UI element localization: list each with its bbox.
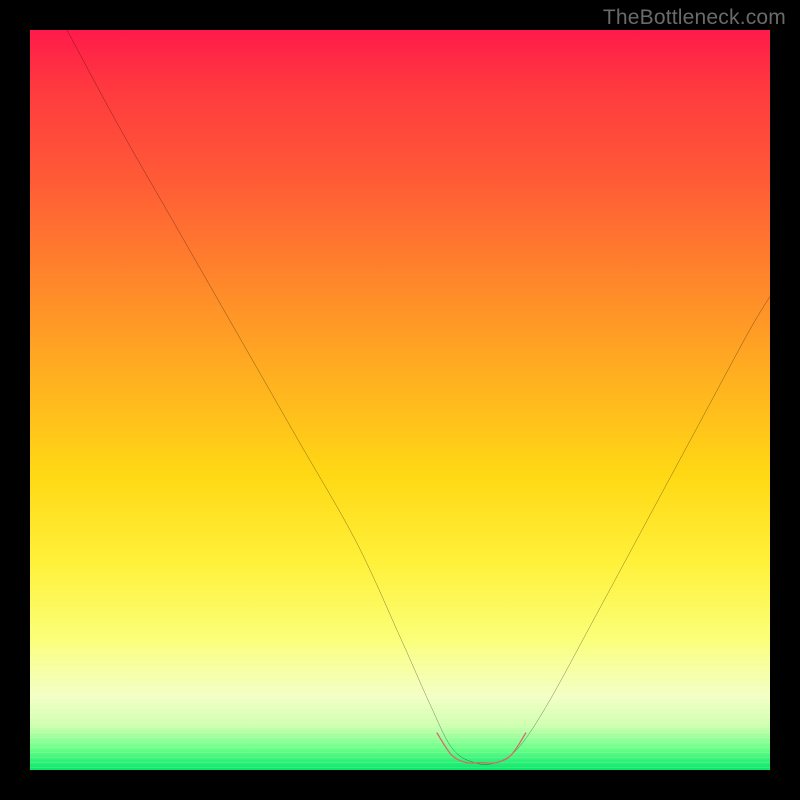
watermark-text: TheBottleneck.com [603, 6, 786, 30]
plot-area [30, 30, 770, 770]
chart-frame: TheBottleneck.com [0, 0, 800, 800]
optimal-band-marker-path [437, 733, 526, 763]
bottleneck-curve-path [67, 30, 770, 764]
curve-layer [30, 30, 770, 770]
